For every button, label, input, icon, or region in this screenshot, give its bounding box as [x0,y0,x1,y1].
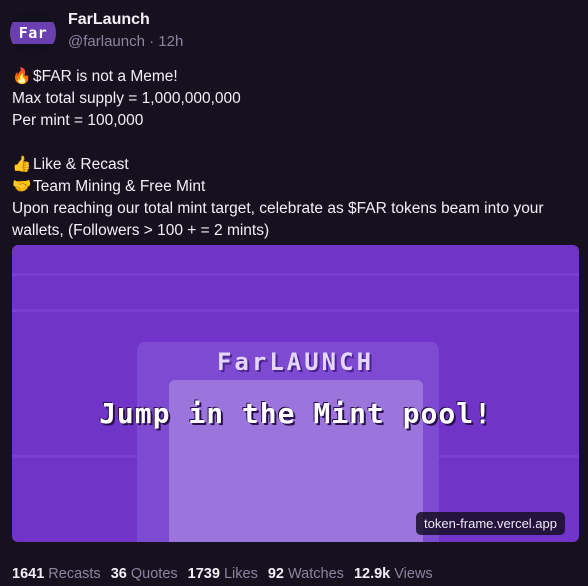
post-body: 🔥 $FAR is not a Meme! Max total supply = … [12,66,582,242]
frame-brand: FarLAUNCH [216,348,375,376]
post-line-4-text: Like & Recast [33,156,129,173]
post-time[interactable]: 12h [158,33,183,50]
post-line-1: 🔥 $FAR is not a Meme! [12,66,582,88]
post-blank-line [12,132,582,154]
frame-stripe [12,273,579,276]
engagement-stats: 1641 Recasts 36 Quotes 1739 Likes 92 Wat… [12,566,439,582]
stat-label: Recasts [48,566,101,582]
handshake-icon: 🤝 [12,178,32,195]
author-handle[interactable]: @farlaunch [68,33,145,50]
post-line-5-text: Team Mining & Free Mint [33,178,206,195]
post-line-5: 🤝 Team Mining & Free Mint [12,176,582,198]
fire-icon: 🔥 [12,68,32,85]
frame-stripe [12,309,579,312]
embedded-frame[interactable]: FarLAUNCH Jump in the Mint pool! token-f… [12,245,579,542]
post-line-3: Per mint = 100,000 [12,112,144,129]
thumbs-up-icon: 👍 [12,156,32,173]
stat-label: Views [394,566,433,582]
stat-count: 36 [110,566,127,582]
frame-url-badge[interactable]: token-frame.vercel.app [416,512,565,535]
stat-views[interactable]: 12.9k Views [354,566,433,582]
author-meta: @farlaunch · 12h [68,33,183,50]
stat-likes[interactable]: 1739 Likes [188,566,258,582]
stat-label: Quotes [130,566,178,582]
post-line-1-text: $FAR is not a Meme! [33,68,178,85]
post-line-6: Upon reaching our total mint target, cel… [12,200,544,239]
stat-label: Likes [223,566,258,582]
stat-count: 1739 [187,566,220,582]
stat-label: Watches [288,566,344,582]
cast-post: Far FarLaunch @farlaunch · 12h 🔥 $FAR is … [0,0,588,586]
stat-quotes[interactable]: 36 Quotes [111,566,178,582]
post-line-4: 👍 Like & Recast [12,154,582,176]
avatar-logo-text: Far [18,24,48,42]
stat-count: 92 [267,566,284,582]
stat-count: 12.9k [353,566,391,582]
meta-separator: · [149,33,155,50]
stat-watches[interactable]: 92 Watches [268,566,344,582]
post-line-2: Max total supply = 1,000,000,000 [12,90,241,107]
author-name[interactable]: FarLaunch [68,11,150,29]
avatar[interactable]: Far [10,10,56,56]
frame-headline: Jump in the Mint pool! [99,397,492,430]
stat-count: 1641 [12,566,45,582]
stat-recasts[interactable]: 1641 Recasts [12,566,101,582]
